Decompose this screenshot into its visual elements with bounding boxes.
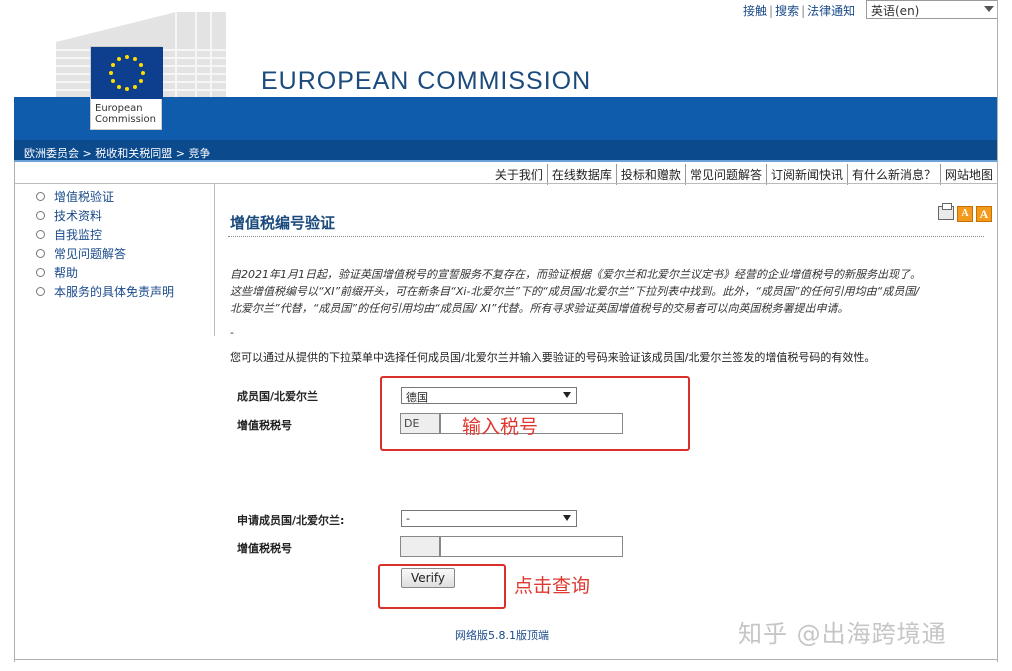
bullet-icon <box>36 249 45 258</box>
footer: 网络版5.8.1版顶端 <box>455 627 549 643</box>
legal-notice-link[interactable]: 法律通知 <box>807 4 855 18</box>
breadcrumb: 欧洲委员会 > 税收和关税同盟 > 竞争 <box>24 147 211 160</box>
member-state-label: 成员国/北爱尔兰 <box>237 390 319 403</box>
site-title: EUROPEAN COMMISSION <box>261 67 592 95</box>
requester-vat-prefix <box>400 536 440 557</box>
bullet-icon <box>36 192 45 201</box>
page-title: 增值税编号验证 <box>230 214 336 232</box>
sidebar-item-self-monitoring[interactable]: 自我监控 <box>36 225 174 244</box>
sidebar-item-disclaimer[interactable]: 本服务的具体免责声明 <box>36 282 174 301</box>
language-value: 英语(en) <box>871 4 920 18</box>
nav-databases[interactable]: 在线数据库 <box>546 164 616 185</box>
frame-bottom <box>14 659 998 660</box>
requester-state-label: 申请成员国/北爱尔兰: <box>237 514 345 527</box>
breadcrumb-ec[interactable]: 欧洲委员会 <box>24 147 79 160</box>
frame-left <box>14 162 15 662</box>
top-nav: 关于我们 在线数据库 投标和赠款 常见问题解答 订阅新闻快讯 有什么新消息？ 网… <box>491 164 997 185</box>
sidebar-divider <box>214 184 215 336</box>
font-larger-icon[interactable]: A <box>976 206 992 222</box>
contact-link[interactable]: 接触 <box>743 4 767 18</box>
page-tools: A A <box>938 203 992 222</box>
version-text: 网络版5.8.1版 <box>455 629 527 642</box>
annotation-input-hint: 输入税号 <box>462 416 539 438</box>
search-link[interactable]: 搜索 <box>775 4 799 18</box>
notice-text: 自2021年1月1日起，验证英国增值税号的宣誓服务不复存在，而验证根据《爱尔兰和… <box>230 268 921 315</box>
logo-text: European Commission <box>95 103 157 125</box>
nav-tenders[interactable]: 投标和赠款 <box>615 164 685 185</box>
breadcrumb-taxud[interactable]: 税收和关税同盟 <box>95 147 172 160</box>
bullet-icon <box>36 230 45 239</box>
dropdown-arrow-icon <box>563 515 571 521</box>
bullet-icon <box>36 268 45 277</box>
notice-dash: - <box>230 326 234 339</box>
annotation-box-verify <box>378 564 506 609</box>
back-to-top-link[interactable]: 顶端 <box>527 629 549 642</box>
sidebar: 增值税验证 技术资料 自我监控 常见问题解答 帮助 本服务的具体免责声明 <box>36 187 174 301</box>
sidebar-item-vat-validation[interactable]: 增值税验证 <box>36 187 174 206</box>
intro-text: 您可以通过从提供的下拉菜单中选择任何成员国/北爱尔兰并输入要验证的号码来验证该成… <box>230 351 876 364</box>
sidebar-item-help[interactable]: 帮助 <box>36 263 174 282</box>
nav-about[interactable]: 关于我们 <box>491 164 547 185</box>
breadcrumb-current: 竞争 <box>188 147 211 160</box>
nav-faq[interactable]: 常见问题解答 <box>684 164 766 185</box>
eu-flag-icon <box>91 47 163 99</box>
language-select[interactable]: 英语(en) <box>866 0 998 19</box>
title-divider <box>228 236 984 237</box>
font-smaller-icon[interactable]: A <box>957 206 973 222</box>
vat-number-label: 增值税税号 <box>237 419 292 432</box>
bullet-icon <box>36 211 45 220</box>
top-links: 接触 | 搜索 | 法律通知 <box>743 4 856 18</box>
sidebar-item-faq[interactable]: 常见问题解答 <box>36 244 174 263</box>
print-icon[interactable] <box>938 203 954 220</box>
requester-state-value: - <box>406 512 410 525</box>
nav-sitemap[interactable]: 网站地图 <box>939 164 997 185</box>
frame-right <box>997 0 998 662</box>
requester-state-select[interactable]: - <box>401 510 577 527</box>
nav-divider <box>14 183 998 184</box>
chevron-down-icon <box>984 6 994 12</box>
requester-vat-input[interactable] <box>440 536 623 557</box>
nav-newsletter[interactable]: 订阅新闻快讯 <box>765 164 847 185</box>
requester-vat-label: 增值税税号 <box>237 542 292 555</box>
nav-whats-new[interactable]: 有什么新消息？ <box>846 164 940 185</box>
bullet-icon <box>36 287 45 296</box>
ec-logo[interactable]: European Commission <box>90 46 163 130</box>
watermark: 知乎 @出海跨境通 <box>738 620 947 648</box>
sidebar-item-technical[interactable]: 技术资料 <box>36 206 174 225</box>
annotation-click-hint: 点击查询 <box>514 575 591 597</box>
